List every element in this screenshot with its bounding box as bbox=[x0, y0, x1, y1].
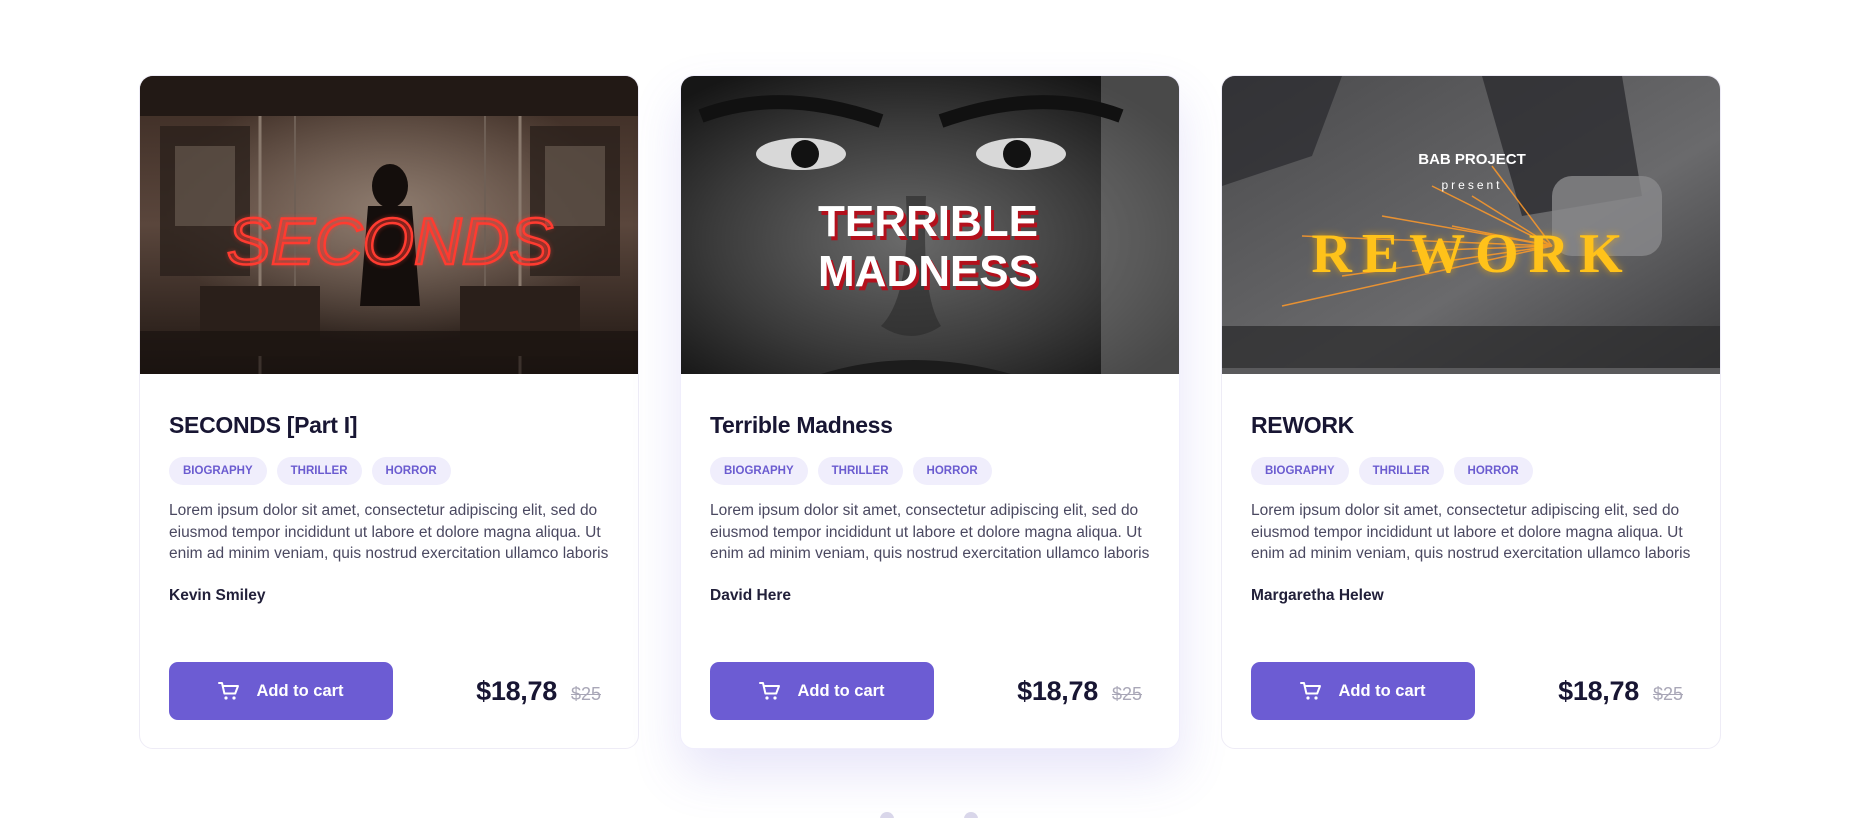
book-description: Lorem ipsum dolor sit amet, consectetur … bbox=[169, 502, 609, 562]
tag-list: BIOGRAPHY THRILLER HORROR bbox=[1251, 457, 1691, 485]
add-to-cart-label: Add to cart bbox=[256, 681, 344, 700]
tag-horror[interactable]: HORROR bbox=[371, 457, 451, 485]
book-description: Lorem ipsum dolor sit amet, consectetur … bbox=[710, 502, 1150, 562]
tag-thriller[interactable]: THRILLER bbox=[817, 457, 903, 485]
tag-biography[interactable]: BIOGRAPHY bbox=[1251, 457, 1349, 485]
tag-list: BIOGRAPHY THRILLER HORROR bbox=[710, 457, 1150, 485]
tag-biography[interactable]: BIOGRAPHY bbox=[710, 457, 808, 485]
book-title[interactable]: Terrible Madness bbox=[710, 411, 1150, 439]
current-price: $18,78 bbox=[1017, 676, 1098, 706]
book-cover-image[interactable]: SECONDS SECONDS bbox=[140, 76, 638, 374]
tag-thriller[interactable]: THRILLER bbox=[276, 457, 362, 485]
cover-title-line2: MADNESS bbox=[818, 247, 1038, 296]
add-to-cart-label: Add to cart bbox=[797, 681, 885, 700]
author-name: David Here bbox=[710, 586, 791, 604]
add-to-cart-label: Add to cart bbox=[1338, 681, 1426, 700]
current-price: $18,78 bbox=[476, 676, 557, 706]
book-description: Lorem ipsum dolor sit amet, consectetur … bbox=[1251, 502, 1691, 562]
tag-thriller[interactable]: THRILLER bbox=[1358, 457, 1444, 485]
tag-horror[interactable]: HORROR bbox=[912, 457, 992, 485]
cover-subkicker: present bbox=[1441, 178, 1502, 192]
tag-list: BIOGRAPHY THRILLER HORROR bbox=[169, 457, 609, 485]
book-cover-image[interactable]: BAB PROJECT present REWORK REWORK bbox=[1222, 76, 1720, 374]
book-cover-image[interactable]: TERRIBLE TERRIBLE MADNESS MADNESS bbox=[681, 76, 1179, 374]
author-name: Kevin Smiley bbox=[169, 586, 266, 604]
price-block: $18,78 $25 bbox=[476, 676, 601, 707]
tag-biography[interactable]: BIOGRAPHY bbox=[169, 457, 267, 485]
cover-title: SECONDS bbox=[227, 204, 553, 278]
add-to-cart-button[interactable]: Add to cart bbox=[710, 662, 934, 720]
product-grid: SECONDS SECONDS SECONDS [Part I] BIOGRAP… bbox=[139, 75, 1721, 749]
product-card: TERRIBLE TERRIBLE MADNESS MADNESS Terrib… bbox=[680, 75, 1180, 749]
tag-horror[interactable]: HORROR bbox=[1453, 457, 1533, 485]
pagination-dot[interactable] bbox=[964, 812, 978, 818]
add-to-cart-button[interactable]: Add to cart bbox=[169, 662, 393, 720]
author-name: Margaretha Helew bbox=[1251, 586, 1384, 604]
book-title[interactable]: REWORK bbox=[1251, 411, 1691, 439]
cart-icon bbox=[759, 682, 781, 700]
cart-icon bbox=[218, 682, 240, 700]
original-price: $25 bbox=[1652, 684, 1683, 704]
product-card: SECONDS SECONDS SECONDS [Part I] BIOGRAP… bbox=[139, 75, 639, 749]
cover-kicker: BAB PROJECT bbox=[1418, 151, 1526, 168]
current-price: $18,78 bbox=[1558, 676, 1639, 706]
carousel-pagination bbox=[880, 812, 978, 818]
original-price: $25 bbox=[1111, 684, 1142, 704]
add-to-cart-button[interactable]: Add to cart bbox=[1251, 662, 1475, 720]
price-block: $18,78 $25 bbox=[1558, 676, 1683, 707]
cart-icon bbox=[1300, 682, 1322, 700]
book-title[interactable]: SECONDS [Part I] bbox=[169, 411, 609, 439]
cover-title-line1: TERRIBLE bbox=[818, 197, 1038, 246]
cover-title: REWORK bbox=[1311, 223, 1632, 285]
pagination-dot[interactable] bbox=[880, 812, 894, 818]
original-price: $25 bbox=[570, 684, 601, 704]
price-block: $18,78 $25 bbox=[1017, 676, 1142, 707]
product-card: BAB PROJECT present REWORK REWORK REWORK… bbox=[1221, 75, 1721, 749]
